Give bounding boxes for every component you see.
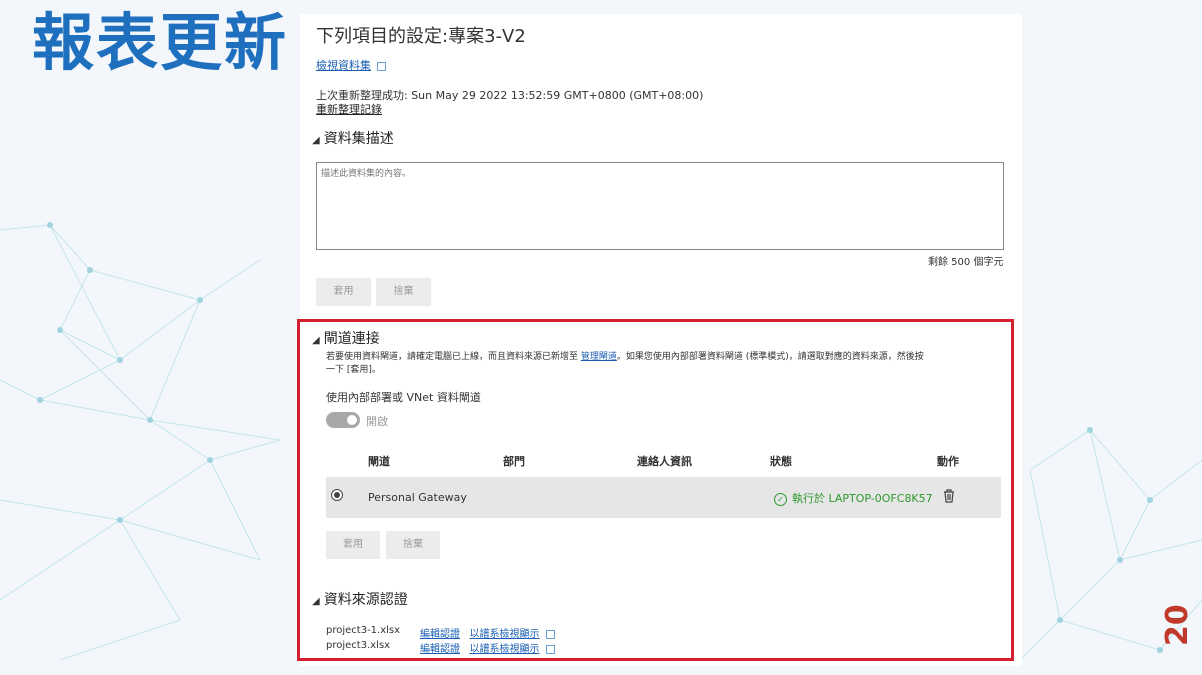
external-link-icon: [545, 644, 555, 654]
gateway-toggle-state: 開啟: [366, 415, 388, 428]
gateway-toggle-caption: 使用內部部署或 VNet 資料閘道: [326, 391, 481, 404]
manage-gateways-link[interactable]: 管理閘道: [581, 352, 617, 362]
gateway-info-suffix: 。如果您使用內部部署資料閘道 (標準模式)，請選取對應的資料來源，然後按: [616, 352, 924, 362]
gateway-info-text: 若要使用資料閘道，請確定電腦已上線，而且資料來源已新增至 管理閘道。如果您使用內…: [326, 351, 1001, 377]
radio-selected-icon[interactable]: [331, 489, 343, 501]
col-header-gateway: 閘道: [368, 455, 390, 468]
gateway-info-prefix: 若要使用資料閘道，請確定電腦已上線，而且資料來源已新增至: [326, 352, 581, 362]
credential-file-1: project3-1.xlsx: [326, 625, 401, 636]
refresh-history-link[interactable]: 重新整理記錄: [316, 101, 382, 117]
gateway-status-text: 執行於 LAPTOP-0OFC8K57: [792, 492, 933, 505]
col-header-status: 狀態: [770, 455, 792, 468]
gateway-discard-button[interactable]: 捨棄: [386, 531, 440, 559]
description-apply-button[interactable]: 套用: [316, 278, 371, 306]
description-section-header[interactable]: ◢ 資料集描述: [312, 128, 394, 148]
trash-icon[interactable]: [943, 489, 955, 503]
col-header-actions: 動作: [937, 455, 959, 468]
credentials-section-header[interactable]: ◢ 資料來源認證: [312, 589, 408, 609]
credential-links-2: 編輯認證 以譜系檢視顯示: [420, 640, 555, 655]
collapse-triangle-icon: ◢: [312, 596, 320, 607]
credential-links-1: 編輯認證 以譜系檢視顯示: [420, 625, 555, 640]
check-circle-icon: ✓: [774, 492, 787, 506]
external-link-icon: [545, 629, 555, 639]
description-section-title: 資料集描述: [323, 131, 394, 147]
page-number: 20: [1160, 604, 1195, 646]
settings-title: 下列項目的設定:專案3-V2: [316, 26, 526, 47]
description-discard-button[interactable]: 捨棄: [376, 278, 431, 306]
credential-file-2: project3.xlsx: [326, 640, 391, 651]
gateway-section-title: 閘道連接: [323, 331, 380, 347]
remaining-chars: 剩餘 500 個字元: [928, 257, 1004, 268]
credentials-section-title: 資料來源認證: [323, 592, 408, 608]
gateway-name: Personal Gateway: [368, 491, 467, 504]
collapse-triangle-icon: ◢: [312, 335, 320, 346]
slide-title: 報表更新: [32, 6, 289, 79]
gateway-section-header[interactable]: ◢ 閘道連接: [312, 328, 380, 348]
edit-credentials-link[interactable]: 編輯認證: [420, 644, 460, 655]
toggle-knob: [347, 415, 357, 425]
edit-credentials-link[interactable]: 編輯認證: [420, 629, 460, 640]
description-textarea[interactable]: 描述此資料集的內容。: [316, 162, 1004, 250]
view-lineage-link[interactable]: 以譜系檢視顯示: [470, 644, 540, 655]
external-link-icon: [377, 61, 386, 71]
gateway-info-line2: 一下 [套用]。: [326, 365, 381, 375]
view-dataset-link[interactable]: 檢視資料集: [316, 59, 371, 72]
collapse-triangle-icon: ◢: [312, 135, 320, 146]
view-lineage-link[interactable]: 以譜系檢視顯示: [470, 629, 540, 640]
col-header-contact: 連絡人資訊: [637, 455, 692, 468]
gateway-toggle[interactable]: [326, 412, 360, 428]
gateway-status: ✓ 執行於 LAPTOP-0OFC8K57: [774, 490, 933, 506]
col-header-department: 部門: [503, 455, 525, 468]
gateway-apply-button[interactable]: 套用: [326, 531, 380, 559]
